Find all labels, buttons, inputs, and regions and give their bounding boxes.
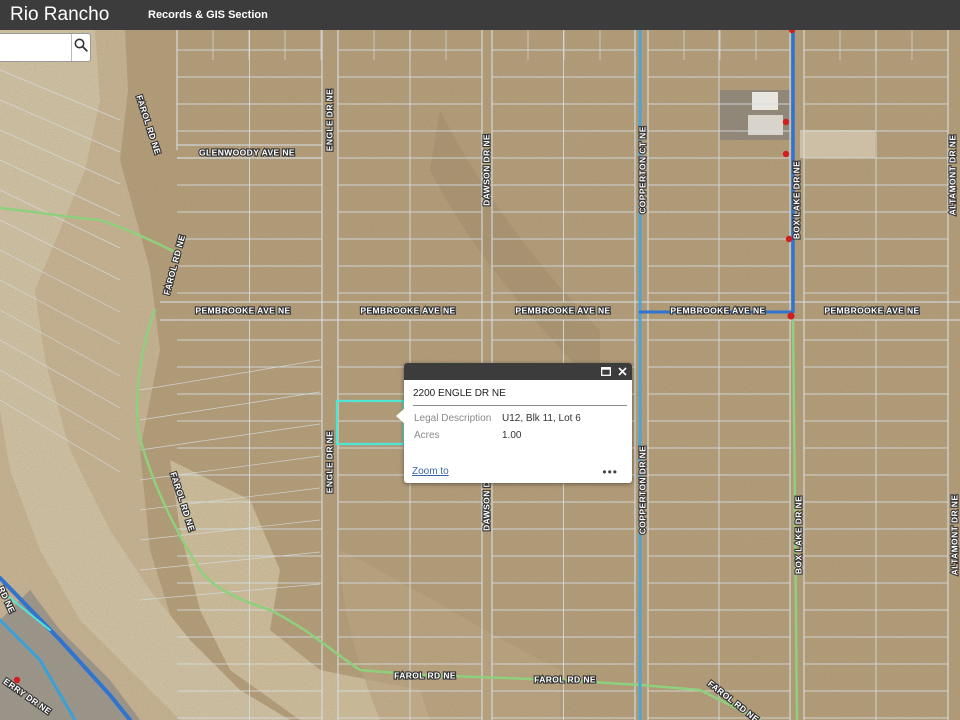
popup-pointer xyxy=(396,408,405,424)
popup-footer: Zoom to ••• xyxy=(412,466,618,478)
road-label: FAROL RD NE xyxy=(394,670,456,680)
app-header: Rio Rancho Records & GIS Section xyxy=(0,0,960,30)
popup-title: 2200 ENGLE DR NE xyxy=(413,388,627,406)
search-icon xyxy=(74,38,88,57)
search-input[interactable] xyxy=(1,35,71,62)
road-label: PEMBROOKE AVE NE xyxy=(195,305,290,315)
app-subtitle: Records & GIS Section xyxy=(148,9,268,21)
road-label: PEMBROOKE AVE NE xyxy=(824,305,919,315)
maximize-button[interactable] xyxy=(599,365,613,379)
attribute-value: U12, Blk 11, Lot 6 xyxy=(502,413,581,424)
road-label: BOX LAKE DR NE xyxy=(793,496,803,574)
more-options-button[interactable]: ••• xyxy=(602,466,618,478)
road-label: FAROL RD NE xyxy=(534,674,596,684)
road-label: PEMBROOKE AVE NE xyxy=(515,305,610,315)
attribute-name: Legal Description xyxy=(414,413,492,424)
app-title: Rio Rancho xyxy=(10,4,110,25)
road-label: DAWSON DR NE xyxy=(481,134,491,206)
maximize-icon xyxy=(601,363,611,381)
road-label: ENGLE DR NE xyxy=(324,89,334,152)
search-button[interactable] xyxy=(71,34,90,61)
attribute-name: Acres xyxy=(414,430,440,441)
search-box xyxy=(0,33,91,62)
popup-header xyxy=(404,363,632,380)
road-label: ALTAMONT DR NE xyxy=(949,495,959,576)
feature-popup: 2200 ENGLE DR NE Legal Description U12, … xyxy=(404,363,632,483)
attribute-row: Acres 1.00 xyxy=(414,430,632,441)
road-label: ENGLE DR NE xyxy=(324,431,334,494)
attribute-row: Legal Description U12, Blk 11, Lot 6 xyxy=(414,413,632,424)
road-label: COPPERTON DR NE xyxy=(637,446,647,535)
road-label: COPPERTON CT NE xyxy=(637,126,647,214)
road-label: PEMBROOKE AVE NE xyxy=(360,305,455,315)
attribute-value: 1.00 xyxy=(502,430,522,441)
road-label: BOX LAKE DR NE xyxy=(791,161,801,239)
zoom-to-link[interactable]: Zoom to xyxy=(412,466,449,477)
close-button[interactable] xyxy=(615,365,629,379)
road-label: PEMBROOKE AVE NE xyxy=(670,305,765,315)
close-icon xyxy=(617,363,627,381)
road-label: ALTAMONT DR NE xyxy=(947,135,957,216)
road-label: GLENWOODY AVE NE xyxy=(199,147,295,157)
